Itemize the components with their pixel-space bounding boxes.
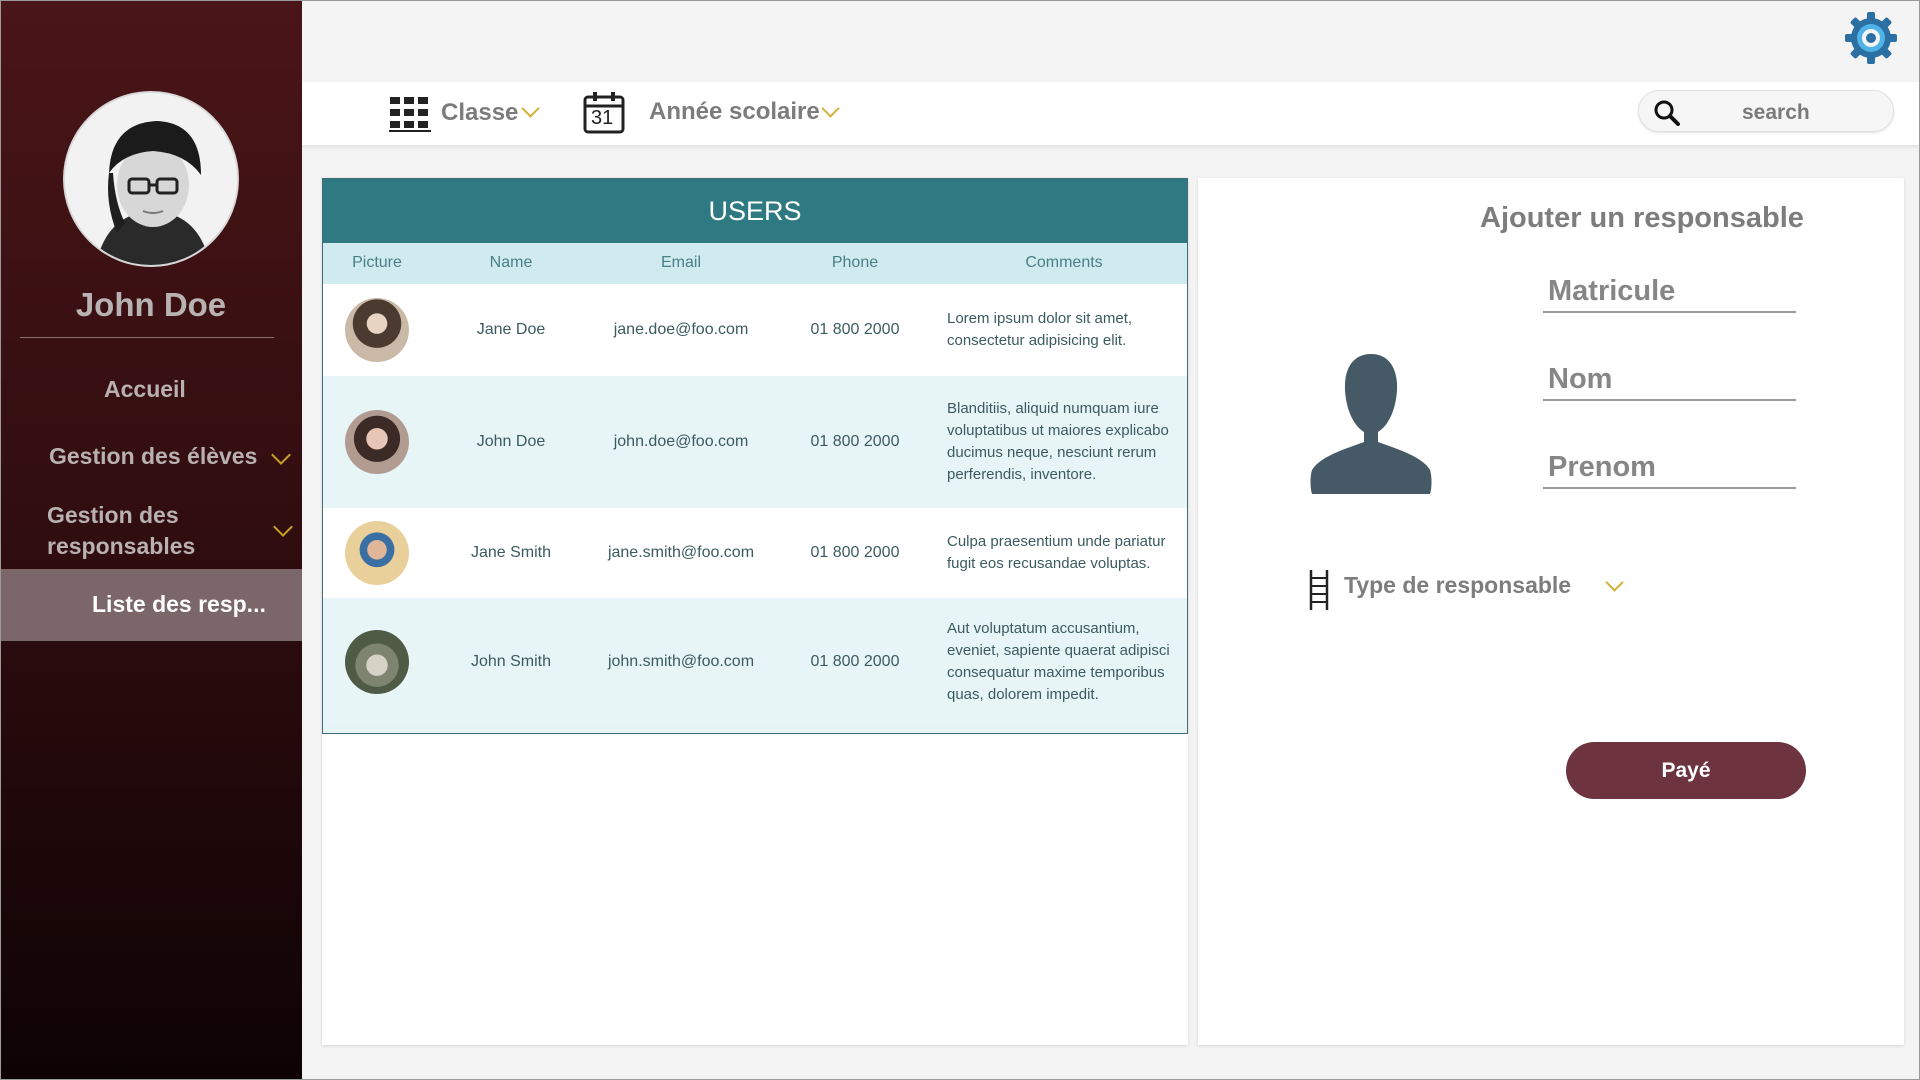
user-phone-cell: 01 800 2000 xyxy=(810,321,900,338)
chevron-down-icon[interactable] xyxy=(271,445,291,465)
classroom-icon[interactable] xyxy=(389,95,431,138)
nom-field[interactable]: Nom xyxy=(1543,361,1796,401)
nom-label: Nom xyxy=(1548,363,1613,395)
search-icon[interactable] xyxy=(1653,99,1681,132)
classe-filter[interactable]: Classe xyxy=(441,99,518,127)
chevron-down-icon[interactable] xyxy=(521,99,540,118)
column-header[interactable]: Comments xyxy=(939,254,1189,272)
chevron-down-icon[interactable] xyxy=(1605,573,1624,592)
sidebar-item-gestion-responsables[interactable]: Gestion des responsables xyxy=(47,502,195,560)
table-header-row: Picture Name Email Phone Comments xyxy=(323,243,1187,284)
user-email-cell[interactable]: john.doe@foo.com xyxy=(591,433,771,451)
users-panel: USERS Picture Name Email Phone Comments … xyxy=(322,178,1188,1045)
avatar[interactable] xyxy=(63,91,239,267)
annee-scolaire-filter[interactable]: Année scolaire xyxy=(649,98,820,126)
type-responsable-label: Type de responsable xyxy=(1344,572,1572,598)
table-row[interactable]: John Doe john.doe@foo.com 01 800 2000 Bl… xyxy=(323,376,1187,508)
paye-button[interactable]: Payé xyxy=(1566,742,1806,799)
user-name-cell: Jane Smith xyxy=(470,544,552,561)
sidebar-item-label: Liste des resp... xyxy=(92,591,266,617)
matricule-field[interactable]: Matricule xyxy=(1543,273,1796,313)
calendar-icon[interactable]: 31 xyxy=(582,91,626,140)
calendar-day: 31 xyxy=(591,107,614,129)
user-picture xyxy=(345,521,409,585)
matricule-label: Matricule xyxy=(1548,275,1676,307)
table-title: USERS xyxy=(323,179,1187,243)
search-placeholder: search xyxy=(1742,101,1810,124)
user-picture xyxy=(345,298,409,362)
column-header[interactable]: Phone xyxy=(771,254,939,272)
table-row[interactable]: Jane Smith jane.smith@foo.com 01 800 200… xyxy=(323,508,1187,598)
user-name: John Doe xyxy=(75,286,227,323)
add-responsable-panel: Ajouter un responsable Matricule Nom Pre… xyxy=(1198,178,1904,1045)
table-row[interactable]: Jane Doe jane.doe@foo.com 01 800 2000 Lo… xyxy=(323,284,1187,376)
user-name-cell: Jane Doe xyxy=(476,321,546,338)
user-comment-cell: Blanditiis, aliquid numquam iure volupta… xyxy=(947,400,1169,483)
sidebar-item-accueil[interactable]: Accueil xyxy=(104,376,186,403)
chevron-down-icon[interactable] xyxy=(273,517,293,537)
chevron-down-icon[interactable] xyxy=(821,99,840,118)
column-header[interactable]: Name xyxy=(431,254,591,272)
user-name-cell: John Doe xyxy=(476,433,546,450)
user-phone-cell: 01 800 2000 xyxy=(810,433,900,450)
column-header[interactable]: Email xyxy=(591,254,771,272)
user-comment-cell: Culpa praesentium unde pariatur fugit eo… xyxy=(947,533,1166,572)
user-phone-cell: 01 800 2000 xyxy=(810,544,900,561)
sidebar-item-label: responsables xyxy=(47,533,196,559)
gear-icon[interactable] xyxy=(1843,10,1899,66)
users-table: USERS Picture Name Email Phone Comments … xyxy=(322,178,1188,734)
column-header[interactable]: Picture xyxy=(323,254,431,272)
user-name-cell: John Smith xyxy=(470,653,552,670)
user-comment-cell: Lorem ipsum dolor sit amet, consectetur … xyxy=(947,310,1133,349)
sidebar-divider xyxy=(20,337,274,338)
list-icon xyxy=(1308,570,1330,615)
user-email-cell[interactable]: john.smith@foo.com xyxy=(591,653,771,671)
user-email-cell[interactable]: jane.doe@foo.com xyxy=(591,321,771,339)
prenom-label: Prenom xyxy=(1548,451,1656,483)
sidebar: John Doe Accueil Gestion des élèves Gest… xyxy=(0,0,302,1080)
user-email-cell[interactable]: jane.smith@foo.com xyxy=(591,544,771,562)
table-row[interactable]: John Smith john.smith@foo.com 01 800 200… xyxy=(323,598,1187,726)
type-responsable-select[interactable]: Type de responsable xyxy=(1308,570,1571,615)
sidebar-item-label: Gestion des xyxy=(47,502,179,528)
form-title: Ajouter un responsable xyxy=(1480,202,1804,234)
user-picture xyxy=(345,630,409,694)
user-picture xyxy=(345,410,409,474)
sidebar-item-gestion-eleves[interactable]: Gestion des élèves xyxy=(49,443,257,470)
top-bar xyxy=(302,0,1920,82)
user-phone-cell: 01 800 2000 xyxy=(810,653,900,670)
sidebar-item-liste-responsables[interactable]: Liste des resp... xyxy=(0,569,302,641)
prenom-field[interactable]: Prenom xyxy=(1543,449,1796,489)
user-silhouette-icon[interactable] xyxy=(1308,348,1434,499)
search-input[interactable]: search xyxy=(1638,90,1894,132)
user-comment-cell: Aut voluptatum accusantium, eveniet, sap… xyxy=(947,620,1170,703)
